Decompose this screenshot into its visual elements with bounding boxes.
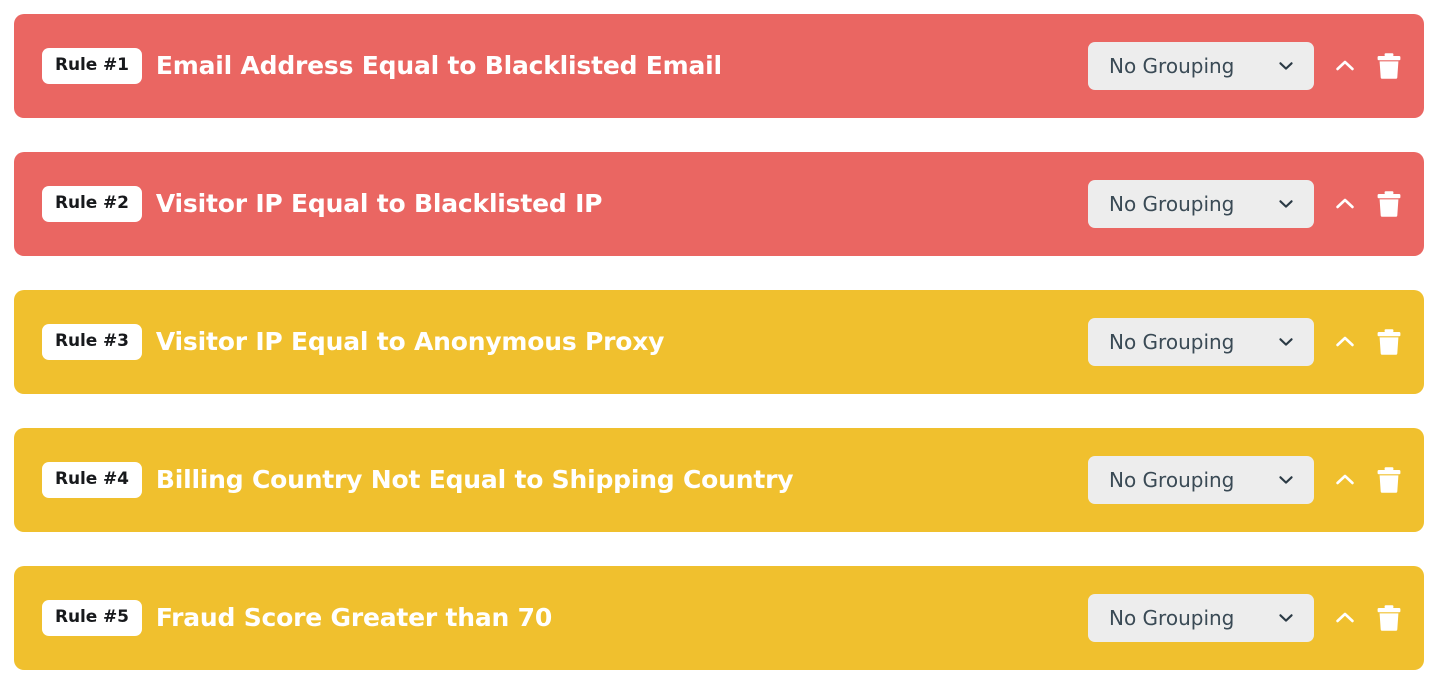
grouping-select[interactable]: No Grouping [1088, 180, 1314, 228]
chevron-up-icon [1332, 605, 1358, 631]
chevron-down-icon [1276, 470, 1296, 490]
rule-row: Rule #5 Fraud Score Greater than 70 No Gro… [14, 566, 1424, 670]
trash-icon [1376, 466, 1402, 494]
grouping-select[interactable]: No Grouping [1088, 456, 1314, 504]
rule-actions: No Grouping [1088, 594, 1408, 642]
rule-title: Billing Country Not Equal to Shipping Co… [155, 465, 794, 495]
rule-number-badge: Rule #1 [42, 48, 142, 84]
chevron-down-icon [1276, 194, 1296, 214]
delete-rule-button[interactable] [1370, 461, 1408, 499]
grouping-select-value: No Grouping [1109, 54, 1235, 78]
rule-summary: Rule #4 Billing Country Not Equal to Ship… [42, 462, 1088, 498]
delete-rule-button[interactable] [1370, 323, 1408, 361]
trash-icon [1376, 52, 1402, 80]
rule-summary: Rule #1 Email Address Equal to Blackliste… [42, 48, 1088, 84]
rules-list: Rule #1 Email Address Equal to Blackliste… [0, 0, 1438, 670]
move-rule-up-button[interactable] [1326, 185, 1364, 223]
rule-summary: Rule #2 Visitor IP Equal to Blacklisted I… [42, 186, 1088, 222]
rule-summary: Rule #5 Fraud Score Greater than 70 [42, 600, 1088, 636]
chevron-up-icon [1332, 53, 1358, 79]
rule-row: Rule #2 Visitor IP Equal to Blacklisted I… [14, 152, 1424, 256]
chevron-up-icon [1332, 191, 1358, 217]
rule-actions: No Grouping [1088, 42, 1408, 90]
chevron-down-icon [1276, 56, 1296, 76]
trash-icon [1376, 604, 1402, 632]
delete-rule-button[interactable] [1370, 47, 1408, 85]
grouping-select-value: No Grouping [1109, 606, 1235, 630]
rule-row: Rule #3 Visitor IP Equal to Anonymous Pro… [14, 290, 1424, 394]
rule-number-badge: Rule #2 [42, 186, 142, 222]
rule-row: Rule #1 Email Address Equal to Blackliste… [14, 14, 1424, 118]
rule-number-badge: Rule #3 [42, 324, 142, 360]
grouping-select-value: No Grouping [1109, 330, 1235, 354]
chevron-down-icon [1276, 332, 1296, 352]
chevron-up-icon [1332, 467, 1358, 493]
grouping-select[interactable]: No Grouping [1088, 42, 1314, 90]
grouping-select[interactable]: No Grouping [1088, 594, 1314, 642]
move-rule-up-button[interactable] [1326, 599, 1364, 637]
rule-title: Visitor IP Equal to Anonymous Proxy [155, 327, 665, 357]
rule-number-badge: Rule #5 [42, 600, 142, 636]
move-rule-up-button[interactable] [1326, 461, 1364, 499]
trash-icon [1376, 328, 1402, 356]
chevron-down-icon [1276, 608, 1296, 628]
grouping-select-value: No Grouping [1109, 468, 1235, 492]
chevron-up-icon [1332, 329, 1358, 355]
delete-rule-button[interactable] [1370, 599, 1408, 637]
grouping-select-value: No Grouping [1109, 192, 1235, 216]
rule-actions: No Grouping [1088, 456, 1408, 504]
rule-row: Rule #4 Billing Country Not Equal to Ship… [14, 428, 1424, 532]
rule-title: Visitor IP Equal to Blacklisted IP [155, 189, 603, 219]
rule-summary: Rule #3 Visitor IP Equal to Anonymous Pro… [42, 324, 1088, 360]
rule-title: Email Address Equal to Blacklisted Email [155, 51, 722, 81]
move-rule-up-button[interactable] [1326, 47, 1364, 85]
rule-title: Fraud Score Greater than 70 [155, 603, 553, 633]
rule-number-badge: Rule #4 [42, 462, 142, 498]
trash-icon [1376, 190, 1402, 218]
rule-actions: No Grouping [1088, 180, 1408, 228]
delete-rule-button[interactable] [1370, 185, 1408, 223]
move-rule-up-button[interactable] [1326, 323, 1364, 361]
grouping-select[interactable]: No Grouping [1088, 318, 1314, 366]
rule-actions: No Grouping [1088, 318, 1408, 366]
